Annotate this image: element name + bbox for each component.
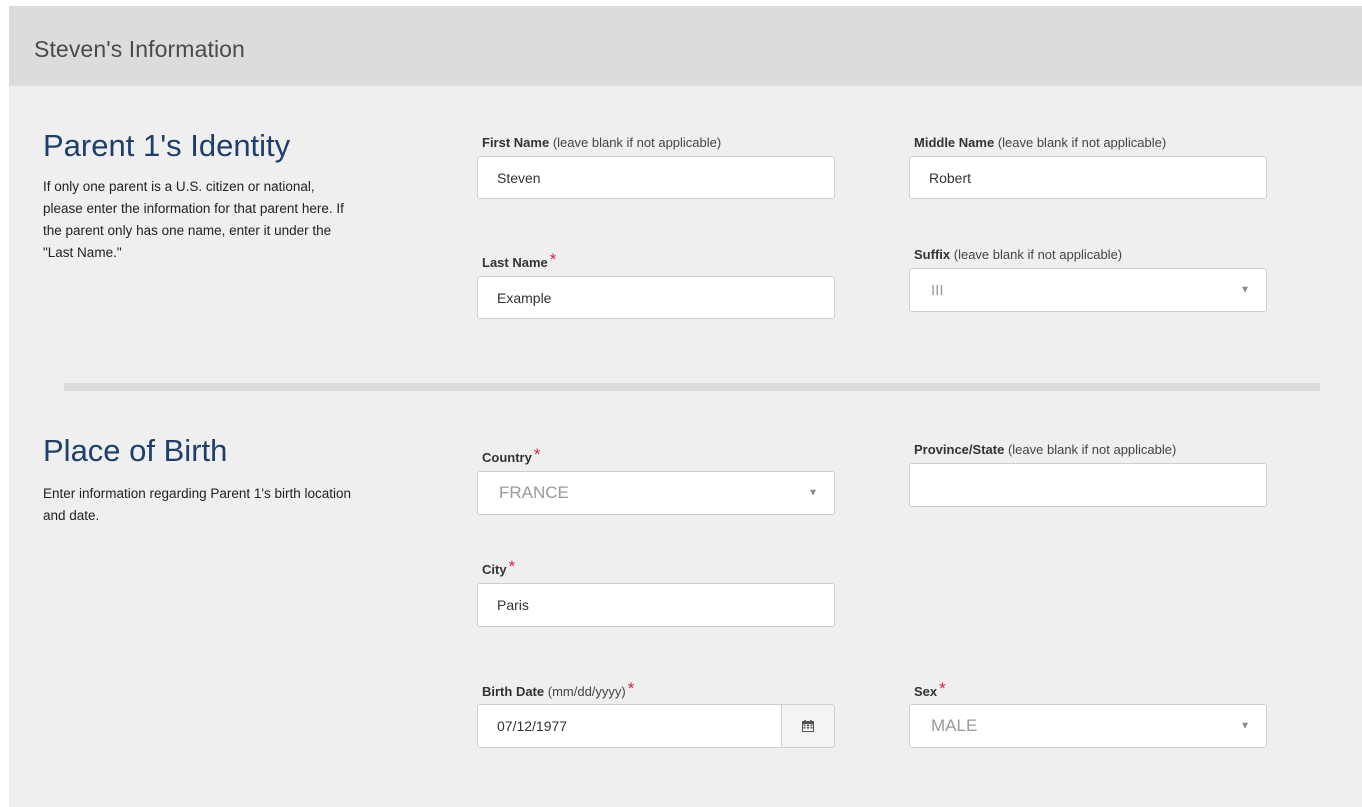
section-divider [64,383,1320,391]
birth-section-title: Place of Birth [43,433,228,468]
birth-date-label: Birth Date (mm/dd/yyyy) * [482,679,635,699]
first-name-input[interactable]: Steven [477,156,835,199]
chevron-down-icon: ▼ [1240,284,1250,296]
sex-select[interactable]: MALE ▼ [909,704,1267,748]
required-marker: * [508,557,516,576]
birth-section-description: Enter information regarding Parent 1's b… [43,486,351,523]
identity-section-description: If only one parent is a U.S. citizen or … [43,179,344,260]
suffix-label: Suffix (leave blank if not applicable) [914,247,1123,262]
chevron-down-icon: ▼ [808,487,818,499]
required-marker: * [533,445,541,464]
calendar-icon [802,720,814,732]
middle-name-label: Middle Name (leave blank if not applicab… [914,135,1167,150]
required-marker: * [939,679,946,698]
suffix-select[interactable]: III ▼ [909,268,1267,312]
required-marker: * [627,679,635,698]
identity-section-title: Parent 1's Identity [43,128,291,163]
sex-label: Sex * [914,679,946,699]
country-select[interactable]: FRANCE ▼ [477,471,835,515]
city-input[interactable]: Paris [477,583,835,627]
required-marker: * [549,250,557,269]
province-label: Province/State (leave blank if not appli… [914,442,1177,457]
panel-header: Steven's Information [9,6,1362,86]
calendar-button[interactable] [781,704,835,748]
information-panel: Steven's Information Parent 1's Identity… [9,6,1362,807]
country-label: Country * [482,445,541,465]
birth-date-input[interactable]: 07/12/1977 [477,704,783,748]
province-input[interactable] [909,463,1267,507]
city-label: City * [482,557,516,577]
panel-title: Steven's Information [34,36,245,62]
last-name-input[interactable]: Example [477,276,835,319]
first-name-label: First Name (leave blank if not applicabl… [482,135,722,150]
chevron-down-icon: ▼ [1240,720,1250,732]
middle-name-input[interactable]: Robert [909,156,1267,199]
last-name-label: Last Name * [482,250,557,270]
